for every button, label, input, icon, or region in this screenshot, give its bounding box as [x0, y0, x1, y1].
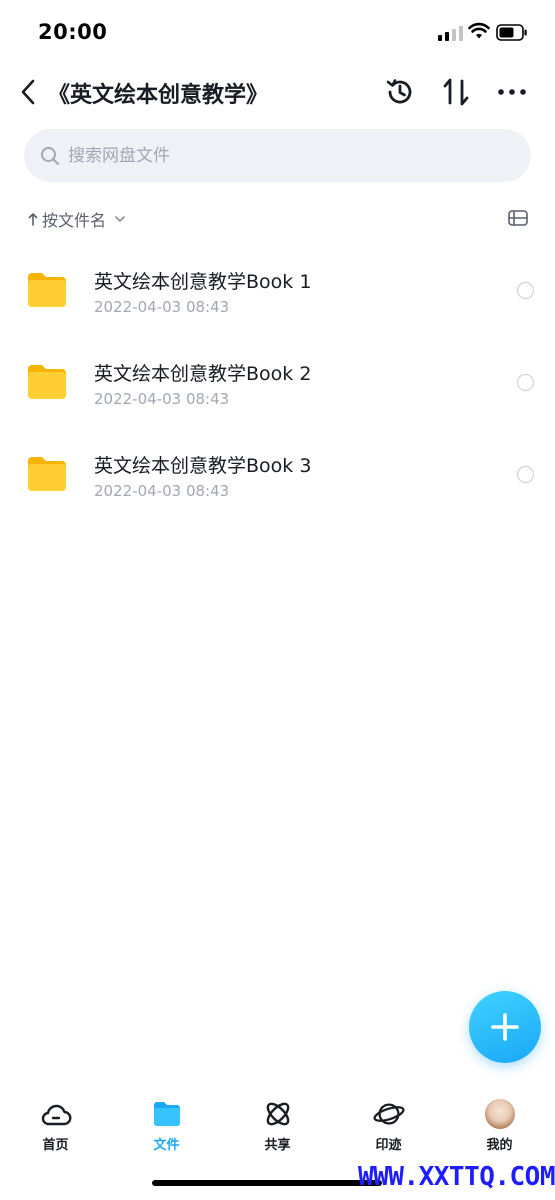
history-button[interactable] — [382, 74, 418, 110]
nav-header: 《英文绘本创意教学》 — [0, 64, 555, 120]
up-down-arrows-icon — [443, 78, 469, 106]
cloud-icon — [41, 1104, 71, 1126]
page-title: 《英文绘本创意教学》 — [48, 83, 269, 108]
select-checkbox[interactable] — [517, 374, 534, 391]
select-checkbox[interactable] — [517, 466, 534, 483]
back-button[interactable] — [14, 76, 42, 108]
watermark: WWW.XXTTQ.COM — [358, 1162, 555, 1192]
sort-label: 按文件名 — [42, 211, 107, 230]
tab-bar: 首页 文件 共享 印迹 我的 — [0, 1090, 555, 1160]
tab-label: 文件 — [153, 1138, 180, 1153]
wifi-icon — [468, 22, 490, 39]
tab-footprint[interactable]: 印迹 — [333, 1090, 444, 1160]
chevron-down-icon — [115, 216, 125, 222]
home-indicator — [152, 1180, 382, 1186]
file-date: 2022-04-03 08:43 — [94, 482, 230, 500]
file-name: 英文绘本创意教学Book 2 — [94, 363, 312, 385]
transfer-button[interactable] — [438, 74, 474, 110]
cellular-signal-icon — [438, 25, 463, 41]
file-row[interactable]: 英文绘本创意教学Book 2 2022-04-03 08:43 — [0, 339, 555, 431]
folder-icon — [28, 457, 66, 491]
battery-icon — [496, 24, 527, 41]
status-bar: 20:00 — [0, 0, 555, 64]
view-mode-icon[interactable] — [507, 207, 529, 229]
file-row[interactable]: 英文绘本创意教学Book 3 2022-04-03 08:43 — [0, 431, 555, 523]
folder-icon — [28, 365, 66, 399]
tab-me[interactable]: 我的 — [444, 1090, 555, 1160]
file-name: 英文绘本创意教学Book 3 — [94, 455, 312, 477]
file-name: 英文绘本创意教学Book 1 — [94, 271, 312, 293]
share-orbit-icon — [266, 1102, 289, 1126]
search-input[interactable] — [68, 145, 488, 166]
select-checkbox[interactable] — [517, 282, 534, 299]
search-icon — [41, 146, 59, 165]
file-date: 2022-04-03 08:43 — [94, 390, 230, 408]
folder-icon — [28, 273, 66, 307]
tab-label: 我的 — [486, 1138, 513, 1153]
arrow-up-icon — [28, 213, 38, 226]
planet-icon — [372, 1103, 405, 1125]
tab-files[interactable]: 文件 — [111, 1090, 222, 1160]
status-time: 20:00 — [38, 20, 108, 44]
tab-label: 首页 — [42, 1138, 69, 1153]
history-clock-icon — [386, 79, 412, 104]
search-bar[interactable] — [24, 129, 531, 182]
file-date: 2022-04-03 08:43 — [94, 298, 230, 316]
avatar — [484, 1099, 515, 1129]
file-list: 英文绘本创意教学Book 1 2022-04-03 08:43 英文绘本创意教学… — [0, 247, 555, 523]
more-button[interactable] — [494, 74, 530, 110]
folder-tab-icon — [153, 1102, 180, 1126]
file-row[interactable]: 英文绘本创意教学Book 1 2022-04-03 08:43 — [0, 247, 555, 339]
tab-label: 共享 — [264, 1138, 291, 1153]
tab-share[interactable]: 共享 — [222, 1090, 333, 1160]
plus-icon — [491, 1013, 519, 1041]
add-button[interactable] — [469, 991, 541, 1063]
sort-bar: 按文件名 — [24, 203, 531, 233]
more-dots-icon — [498, 89, 526, 95]
sort-dropdown[interactable]: 按文件名 — [28, 207, 126, 231]
chevron-left-icon — [21, 79, 35, 105]
tab-label: 印迹 — [375, 1138, 402, 1153]
tab-home[interactable]: 首页 — [0, 1090, 111, 1160]
